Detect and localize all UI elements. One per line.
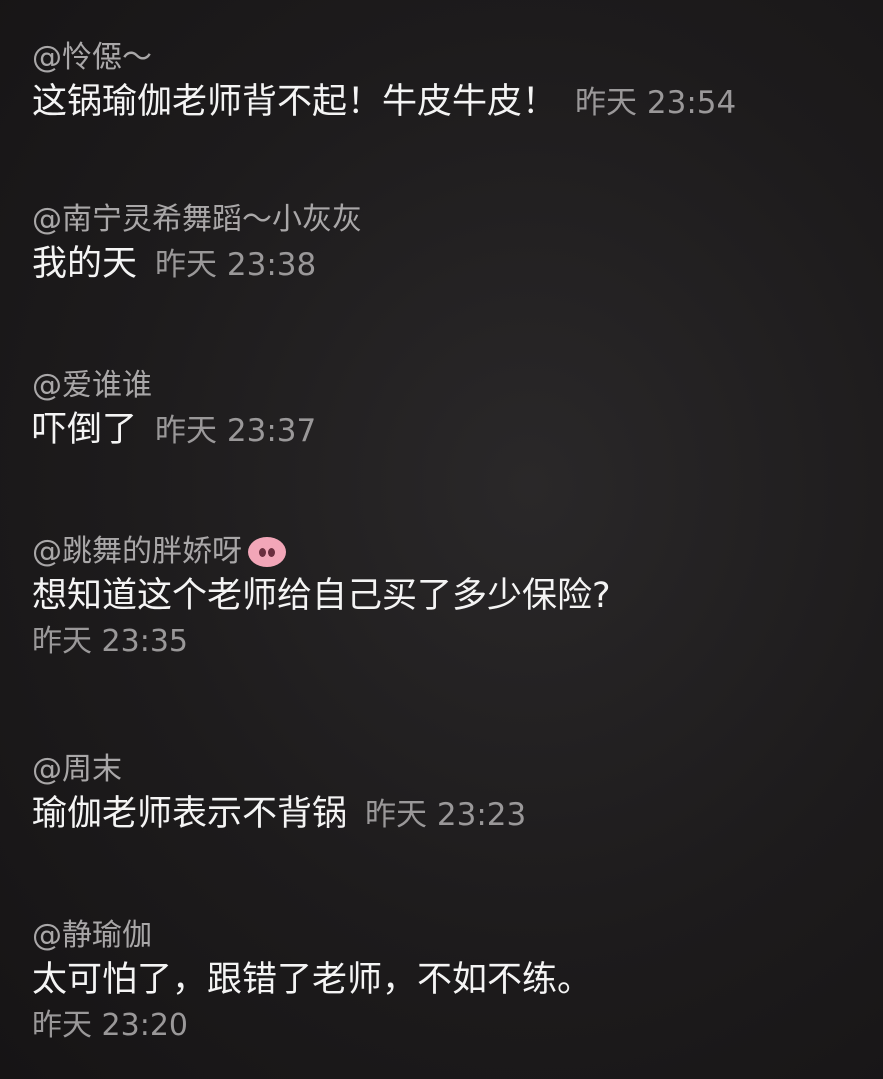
comment-timestamp: 昨天 23:37 [155, 413, 317, 449]
comment-text: 这锅瑜伽老师背不起！牛皮牛皮！ [32, 82, 558, 122]
comment-username[interactable]: @跳舞的胖娇呀 [32, 532, 242, 572]
comment-body: 吓倒了 昨天 23:37 [32, 406, 863, 454]
comment-body: 瑜伽老师表示不背锅 昨天 23:23 [32, 790, 863, 838]
comment-username[interactable]: @周末 [32, 750, 863, 790]
comment-timestamp: 昨天 23:54 [575, 85, 737, 121]
comment-text: 我的天 [32, 244, 138, 284]
comment-username-row[interactable]: @跳舞的胖娇呀 [32, 532, 863, 572]
comment-text: 想知道这个老师给自己买了多少保险? [32, 576, 611, 616]
comment-text: 吓倒了 [32, 410, 138, 450]
comment-username[interactable]: @静瑜伽 [32, 916, 863, 956]
comment-username[interactable]: @怜僫～ [32, 38, 863, 78]
comment-item[interactable]: @南宁灵希舞蹈～小灰灰 我的天 昨天 23:38 [32, 200, 863, 288]
comment-username[interactable]: @爱谁谁 [32, 366, 863, 406]
comment-timestamp: 昨天 23:38 [155, 247, 317, 283]
pig-nose-icon [248, 537, 286, 567]
comment-body: 这锅瑜伽老师背不起！牛皮牛皮！ 昨天 23:54 [32, 78, 863, 126]
comment-timestamp: 昨天 23:35 [32, 624, 188, 659]
comment-username[interactable]: @南宁灵希舞蹈～小灰灰 [32, 200, 863, 240]
comment-timestamp: 昨天 23:23 [365, 797, 527, 833]
comment-item[interactable]: @爱谁谁 吓倒了 昨天 23:37 [32, 366, 863, 454]
comment-item[interactable]: @跳舞的胖娇呀 想知道这个老师给自己买了多少保险? 昨天 23:35 [32, 532, 863, 664]
comment-timestamp: 昨天 23:20 [32, 1008, 188, 1043]
comment-text: 瑜伽老师表示不背锅 [32, 794, 348, 834]
comment-item[interactable]: @周末 瑜伽老师表示不背锅 昨天 23:23 [32, 750, 863, 838]
comment-body: 我的天 昨天 23:38 [32, 240, 863, 288]
comment-text: 太可怕了，跟错了老师，不如不练。 [32, 960, 593, 1000]
comment-item[interactable]: @静瑜伽 太可怕了，跟错了老师，不如不练。 昨天 23:20 [32, 916, 863, 1048]
comment-item[interactable]: @怜僫～ 这锅瑜伽老师背不起！牛皮牛皮！ 昨天 23:54 [32, 38, 863, 126]
